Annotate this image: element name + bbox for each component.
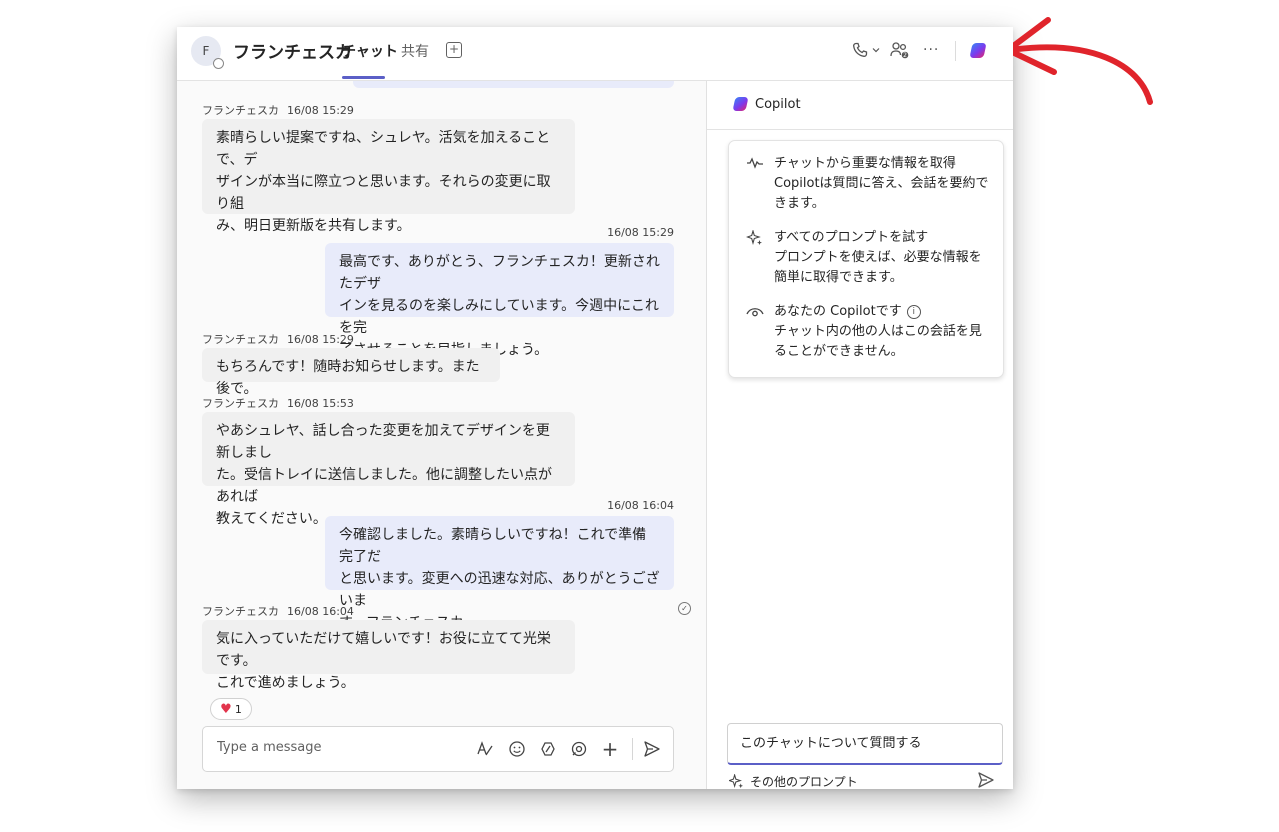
send-icon (644, 741, 660, 757)
message-bubble-incoming[interactable]: もちろんです！随時お知らせします。また後で。 (202, 348, 500, 397)
avatar[interactable]: F (191, 36, 224, 69)
plus-icon: + (601, 737, 619, 761)
copilot-intro-card: チャットから重要な情報を取得 Copilotは質問に答え、会話を要約できます。 … (728, 140, 1004, 378)
active-tab-indicator (342, 76, 385, 79)
message-bubble-outgoing[interactable]: 最高です、ありがとう、フランチェスカ！更新されたデザ インを見るのを楽しみにして… (325, 243, 674, 358)
read-receipt-icon: ✓ (678, 602, 691, 615)
add-tab-button[interactable]: + (446, 42, 462, 58)
sparkle-icon (729, 774, 744, 789)
sender-name: フランチェスカ (202, 605, 279, 618)
message-line: インを見るのを楽しみにしています。今週中にこれを完 (339, 298, 659, 336)
people-button[interactable]: 2 (890, 39, 910, 61)
chat-header: F フランチェスカ チャット 共有 + 2 ··· (177, 27, 1013, 81)
add-attachment-button[interactable]: + (600, 737, 620, 761)
heart-icon: ♥ (220, 701, 232, 717)
message-line: 最高です、ありがとう、フランチェスカ！更新されたデザ (339, 254, 660, 292)
send-icon (978, 772, 994, 788)
loop-icon (571, 741, 587, 757)
sender-name: フランチェスカ (202, 397, 279, 410)
tab-shared[interactable]: 共有 (401, 41, 429, 61)
copilot-toggle-button[interactable] (969, 39, 987, 61)
message-time: 16/08 16:04 (607, 499, 674, 512)
message-bubble-incoming[interactable]: やあシュレヤ、話し合った変更を加えてデザインを更新しまし た。受信トレイに送信し… (202, 412, 575, 527)
copilot-logo-icon (732, 97, 749, 111)
copilot-pane: Copilot チャットから重要な情報を取得 Copilotは質問に答え、会話を… (707, 81, 1013, 789)
copilot-logo-icon (969, 42, 987, 58)
heart-reaction[interactable]: ♥ 1 (210, 698, 252, 720)
message-line: 今確認しました。素晴らしいですね！これで準備完了だ (339, 527, 647, 565)
message-time: 16/08 15:29 (607, 226, 674, 239)
feature-title: チャットから重要な情報を取得 (774, 156, 956, 171)
chevron-down-icon (872, 48, 880, 53)
feature-description: プロンプトを使えば、必要な情報を簡単に取得できます。 (774, 250, 982, 285)
message-time: 16/08 15:29 (287, 104, 354, 117)
emoji-icon (509, 741, 525, 757)
feature-title: あなたの Copilotです i (774, 302, 921, 322)
reaction-count: 1 (234, 702, 242, 716)
message-line: もちろんです！随時お知らせします。また後で。 (216, 359, 480, 397)
message-line: やあシュレヤ、話し合った変更を加えてデザインを更新しまし (216, 423, 550, 461)
chat-title: フランチェスカ (233, 43, 352, 63)
message-line: た。受信トレイに送信しました。他に調整したい点があれば (216, 467, 552, 505)
tab-chat[interactable]: チャット (342, 41, 398, 61)
message-meta: フランチェスカ 16/08 15:53 (202, 395, 354, 411)
message-meta: フランチェスカ 16/08 15:29 (202, 102, 354, 118)
message-time: 16/08 16:04 (287, 605, 354, 618)
send-button[interactable] (642, 739, 662, 759)
sender-name: フランチェスカ (202, 333, 279, 346)
message-time: 16/08 15:29 (287, 333, 354, 346)
header-divider (955, 41, 956, 61)
call-button[interactable] (852, 39, 881, 61)
message-input[interactable] (215, 739, 459, 756)
copilot-header: Copilot (707, 81, 1013, 130)
message-bubble-outgoing[interactable]: 今確認しました。素晴らしいですね！これで準備完了だ と思います。変更への迅速な対… (325, 516, 674, 631)
info-icon[interactable]: i (906, 305, 921, 319)
feature-description: Copilotは質問に答え、会話を要約できます。 (774, 176, 989, 211)
more-options-button[interactable]: ··· (923, 39, 939, 61)
copilot-compose-button[interactable] (538, 739, 558, 759)
people-icon: 2 (890, 42, 909, 59)
message-line: み、明日更新版を共有します。 (216, 218, 411, 234)
message-meta: フランチェスカ 16/08 15:29 (202, 331, 354, 347)
avatar-initial: F (202, 44, 210, 58)
message-meta: フランチェスカ 16/08 16:04 (202, 603, 354, 619)
phone-icon (853, 42, 868, 57)
emoji-button[interactable] (507, 739, 527, 759)
message-time: 16/08 15:53 (287, 397, 354, 410)
loop-button[interactable] (569, 739, 589, 759)
message-composer: + (202, 726, 674, 772)
copilot-title: Copilot (755, 97, 801, 112)
sparkle-icon (746, 230, 762, 245)
copilot-question-input[interactable] (738, 735, 992, 752)
copilot-outline-icon (541, 742, 555, 756)
feature-title: すべてのプロンプトを試す (774, 230, 929, 245)
composer-divider (632, 738, 633, 760)
message-bubble-incoming[interactable]: 素晴らしい提案ですね、シュレヤ。活気を加えることで、デ ザインが本当に際立つと思… (202, 119, 575, 234)
message-line: と思います。変更への迅速な対応、ありがとうございま (339, 571, 660, 609)
format-text-icon (477, 741, 493, 756)
copilot-send-button[interactable] (977, 771, 995, 789)
message-bubble-incoming[interactable]: 気に入っていただけて嬉しいです！お役に立てて光栄です。 これで進めましょう。 (202, 620, 575, 691)
feature-description: チャット内の他の人はこの会話を見ることができません。 (774, 324, 982, 359)
message-line: 素晴らしい提案ですね、シュレヤ。活気を加えることで、デ (216, 130, 551, 168)
previous-message-stub (353, 81, 674, 88)
more-prompts-label: その他のプロンプト (750, 775, 858, 789)
format-button[interactable] (475, 739, 495, 759)
teams-window: F フランチェスカ チャット 共有 + 2 ··· フランチェスカ 16/08 1… (177, 27, 1013, 789)
message-line: 気に入っていただけて嬉しいです！お役に立てて光栄です。 (216, 631, 551, 669)
eye-icon (746, 308, 764, 317)
feature-title-text: あなたの Copilotです (774, 304, 902, 319)
annotation-arrow-icon (1005, 17, 1153, 105)
summary-wave-icon (747, 157, 763, 169)
copilot-input-box (727, 723, 1003, 765)
chat-pane: フランチェスカ 16/08 15:29 素晴らしい提案ですね、シュレヤ。活気を加え… (177, 81, 706, 789)
sender-name: フランチェスカ (202, 104, 279, 117)
message-line: ザインが本当に際立つと思います。それらの変更に取り組 (216, 174, 551, 212)
svg-text:2: 2 (903, 52, 907, 59)
message-line: これで進めましょう。 (216, 675, 355, 691)
more-prompts-button[interactable]: その他のプロンプト (729, 773, 858, 789)
presence-status-icon (213, 58, 224, 69)
